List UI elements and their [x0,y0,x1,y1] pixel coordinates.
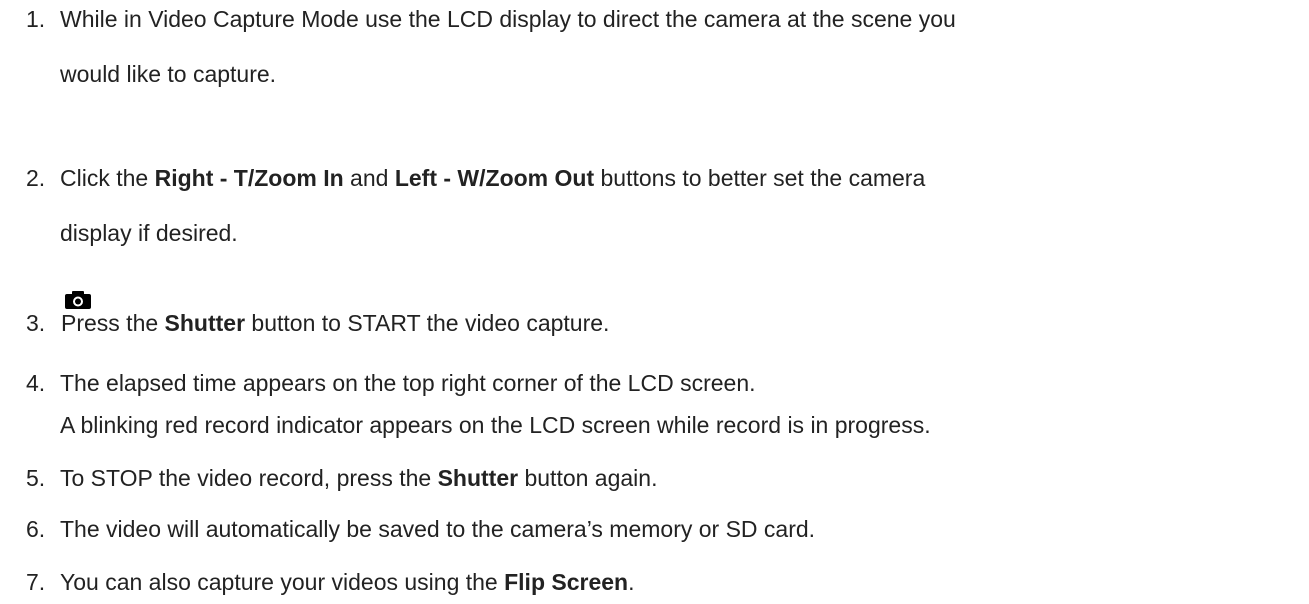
step-number: 1. [26,6,46,32]
step-text-line-1: The video will automatically be saved to… [60,516,816,542]
step-text-line-2: A blinking red record indicator appears … [60,412,931,438]
bold-term: Flip Screen [504,569,629,595]
step-text-line-2: would like to capture. [60,61,277,87]
step-number: 2. [26,165,46,191]
bold-term: Left - W/Zoom Out [394,165,595,191]
step-text-line-1: You can also capture your videos using t… [60,569,635,595]
step-text-line-1: While in Video Capture Mode use the LCD … [60,6,956,32]
step-number: 5. [26,465,46,491]
document-page: { "steps": [ { "num": "1.", "line1": "Wh… [0,0,1309,604]
bold-term: Right - T/Zoom In [154,165,344,191]
step-text-line-1: To STOP the video record, press the Shut… [60,465,658,491]
step-text-line-1: The elapsed time appears on the top righ… [60,370,756,396]
step-number: 3. [26,310,46,336]
step-text-line-1: Click the Right - T/Zoom In and Left - W… [60,165,926,191]
step-text-line-2: display if desired. [60,220,238,246]
bold-term: Shutter [164,310,246,336]
bold-term: Shutter [437,465,519,491]
step-text-line-1: Press the Shutter button to START the vi… [61,310,610,336]
step-number: 4. [26,370,46,396]
camera-icon [65,291,91,309]
step-number: 6. [26,516,46,542]
step-number: 7. [26,569,46,595]
